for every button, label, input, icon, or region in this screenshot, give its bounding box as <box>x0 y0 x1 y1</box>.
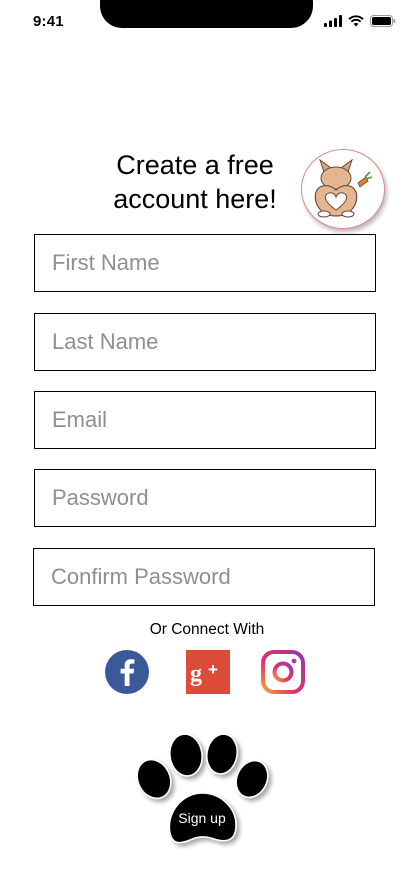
corgi-heart-icon <box>314 158 373 218</box>
device-notch <box>100 0 313 28</box>
facebook-button[interactable] <box>105 650 149 694</box>
svg-text:+: + <box>208 660 218 679</box>
status-time: 9:41 <box>33 13 64 30</box>
instagram-button[interactable] <box>261 650 305 694</box>
instagram-icon <box>261 650 305 694</box>
status-icons <box>324 15 396 27</box>
page-title-line-2: account here! <box>113 184 277 214</box>
connect-label: Or Connect With <box>149 621 265 638</box>
paw-icon <box>136 733 269 844</box>
svg-text:g: g <box>190 661 202 687</box>
sign-up-button[interactable]: Sign up <box>132 733 272 849</box>
wifi-icon <box>348 15 364 27</box>
page-title-line-1: Create a free <box>116 150 274 180</box>
confirm-password-input[interactable] <box>33 548 375 606</box>
email-input[interactable] <box>34 391 376 449</box>
battery-icon <box>370 15 396 27</box>
cellular-signal-icon <box>324 15 342 27</box>
page-title: Create a free account here! <box>100 148 290 216</box>
status-bar: 9:41 <box>0 0 414 44</box>
password-input[interactable] <box>34 469 376 527</box>
google-plus-icon: g + <box>186 650 230 694</box>
last-name-input[interactable] <box>34 313 376 371</box>
first-name-input[interactable] <box>34 234 376 292</box>
google-plus-button[interactable]: g + <box>186 650 230 694</box>
facebook-icon <box>105 650 149 694</box>
mascot-logo <box>301 149 385 229</box>
